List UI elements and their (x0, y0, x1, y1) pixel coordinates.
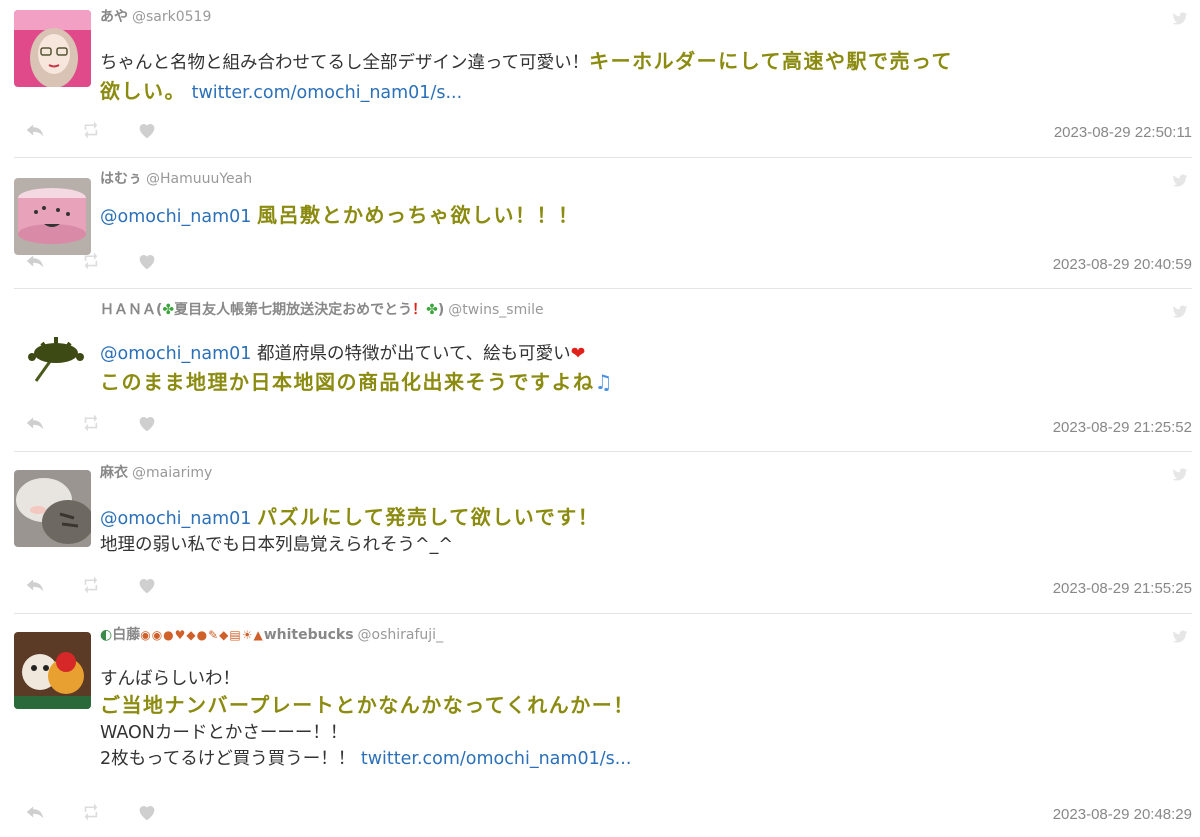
user-handle[interactable]: @maiarimy (132, 465, 212, 481)
tweet-card: ＨＡＮＡ(✤夏目友人帳第七期放送決定おめでとう！✤) @twins_smile @… (14, 301, 1192, 452)
twitter-bird-icon[interactable] (1172, 12, 1188, 26)
avatar[interactable] (14, 470, 91, 547)
heart-icon[interactable] (136, 250, 158, 272)
tweet-highlight-text: パズルにして発売して欲しいです！ (257, 505, 600, 529)
user-handle[interactable]: @HamuuuYeah (146, 171, 252, 187)
display-name[interactable]: あや (100, 9, 128, 25)
reply-icon[interactable] (24, 801, 46, 823)
avatar[interactable] (14, 319, 91, 396)
tweet-text: 2枚もってるけど買う買うー！！ (100, 749, 356, 769)
display-name[interactable]: はむぅ (100, 171, 142, 187)
mention-link[interactable]: @omochi_nam01 (100, 509, 251, 529)
mention-link[interactable]: @omochi_nam01 (100, 344, 251, 364)
heart-icon[interactable] (136, 574, 158, 596)
retweet-icon[interactable] (80, 119, 102, 141)
display-name-emoji: ◐ (100, 627, 113, 643)
tweet-link[interactable]: twitter.com/omochi_nam01/s... (361, 749, 632, 769)
tweet-text: 地理の弱い私でも日本列島覚えられそう^_^ (100, 535, 454, 555)
reply-icon[interactable] (24, 250, 46, 272)
timestamp[interactable]: 2023-08-29 21:55:25 (1053, 580, 1192, 597)
timestamp[interactable]: 2023-08-29 21:25:52 (1053, 419, 1192, 436)
clover-icon: ✤ (426, 302, 438, 318)
retweet-icon[interactable] (80, 250, 102, 272)
display-name-latin[interactable]: whitebucks (264, 627, 354, 643)
retweet-icon[interactable] (80, 412, 102, 434)
reply-icon[interactable] (24, 412, 46, 434)
heart-icon[interactable] (136, 119, 158, 141)
tweet-text: WAONカードとかさーーー！！ (100, 723, 348, 743)
tweet-card: 麻衣 @maiarimy @omochi_nam01 パズルにして発売して欲しいで… (14, 464, 1192, 614)
reply-icon[interactable] (24, 119, 46, 141)
tweet-highlight-text: 風呂敷とかめっちゃ欲しい！！！ (257, 203, 580, 227)
avatar[interactable] (14, 10, 91, 87)
timestamp[interactable]: 2023-08-29 22:50:11 (1054, 124, 1192, 141)
avatar[interactable] (14, 178, 91, 255)
tweet-link[interactable]: twitter.com/omochi_nam01/s... (192, 83, 463, 103)
retweet-icon[interactable] (80, 574, 102, 596)
timestamp[interactable]: 2023-08-29 20:40:59 (1053, 256, 1192, 273)
retweet-icon[interactable] (80, 801, 102, 823)
display-name[interactable]: 麻衣 (100, 465, 128, 481)
heart-emoji-icon: ❤ (570, 344, 586, 364)
avatar[interactable] (14, 632, 91, 709)
exclamation-icon: ！ (412, 302, 427, 318)
twitter-bird-icon[interactable] (1172, 630, 1188, 644)
tweet-highlight-text: ご当地ナンバープレートとかなんかなってくれんかー！ (100, 693, 635, 717)
tweet-highlight-text: 欲しい。 (100, 79, 186, 103)
tweet-text: 都道府県の特徴が出ていて、絵も可愛い (257, 344, 571, 364)
clover-icon: ✤ (162, 302, 175, 318)
mention-link[interactable]: @omochi_nam01 (100, 207, 251, 227)
timestamp[interactable]: 2023-08-29 20:48:29 (1053, 806, 1192, 823)
tweet-card: はむぅ @HamuuuYeah @omochi_nam01 風呂敷とかめっちゃ欲し… (14, 170, 1192, 289)
twitter-bird-icon[interactable] (1172, 468, 1188, 482)
tweet-text: ちゃんと名物と組み合わせてるし全部デザイン違って可愛い！ (100, 53, 590, 73)
tweet-card: ◐白藤◉◉●♥◆●✎◆▤☀▲whitebucks @oshirafuji_ すんば… (14, 626, 1192, 837)
user-handle[interactable]: @sark0519 (132, 9, 211, 25)
music-note-icon: ♫ (594, 370, 613, 394)
tweet-text: すんばらしいわ！ (100, 669, 240, 689)
tweet-highlight-text: このまま地理か日本地図の商品化出来そうですよね (100, 370, 595, 394)
user-handle[interactable]: @twins_smile (448, 302, 543, 318)
reply-icon[interactable] (24, 574, 46, 596)
user-handle[interactable]: @oshirafuji_ (358, 627, 444, 643)
twitter-bird-icon[interactable] (1172, 174, 1188, 188)
display-name[interactable]: ＨＡＮＡ(✤夏目友人帳第七期放送決定おめでとう！✤) (100, 302, 444, 318)
twitter-bird-icon[interactable] (1172, 305, 1188, 319)
tweet-card: あや @sark0519 ちゃんと名物と組み合わせてるし全部デザイン違って可愛い！… (14, 8, 1192, 158)
heart-icon[interactable] (136, 412, 158, 434)
tweet-highlight-text: キーホルダーにして高速や駅で売って (589, 49, 954, 73)
heart-icon[interactable] (136, 801, 158, 823)
display-name[interactable]: 白藤 (112, 627, 140, 643)
emoji-icons: ◉◉●♥◆●✎◆▤☀▲ (140, 628, 264, 642)
tweet-feed: あや @sark0519 ちゃんと名物と組み合わせてるし全部デザイン違って可愛い！… (0, 0, 1200, 837)
